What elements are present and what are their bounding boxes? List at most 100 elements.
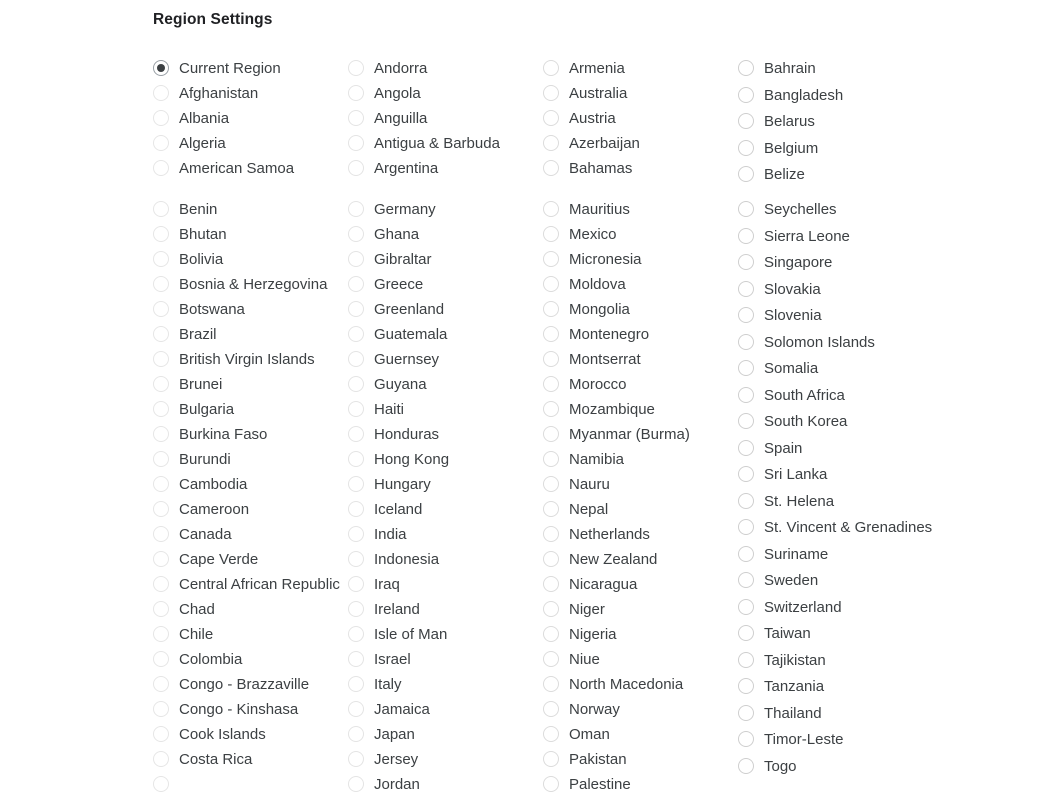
region-radio-option[interactable]: Bangladesh	[738, 83, 943, 110]
region-radio-option[interactable]: Norway	[543, 697, 738, 722]
region-radio-option[interactable]: Chad	[153, 597, 348, 622]
region-radio-option[interactable]: Taiwan	[738, 621, 943, 648]
region-radio-option[interactable]: Armenia	[543, 56, 738, 81]
radio-unselected-icon[interactable]	[153, 201, 169, 217]
radio-unselected-icon[interactable]	[153, 451, 169, 467]
radio-unselected-icon[interactable]	[543, 701, 559, 717]
region-radio-option[interactable]: Montenegro	[543, 322, 738, 347]
radio-unselected-icon[interactable]	[348, 751, 364, 767]
region-radio-option[interactable]: Guernsey	[348, 347, 543, 372]
region-radio-option[interactable]: Costa Rica	[153, 747, 348, 772]
radio-unselected-icon[interactable]	[738, 166, 754, 182]
region-radio-option[interactable]: Namibia	[543, 447, 738, 472]
region-radio-option[interactable]: Suriname	[738, 542, 943, 569]
region-radio-option[interactable]: Moldova	[543, 272, 738, 297]
radio-unselected-icon[interactable]	[543, 301, 559, 317]
radio-unselected-icon[interactable]	[543, 626, 559, 642]
radio-unselected-icon[interactable]	[348, 351, 364, 367]
region-radio-option[interactable]: Bahamas	[543, 156, 738, 181]
radio-unselected-icon[interactable]	[738, 360, 754, 376]
region-radio-option[interactable]: Morocco	[543, 372, 738, 397]
radio-unselected-icon[interactable]	[543, 251, 559, 267]
region-radio-option[interactable]: Belize	[738, 162, 943, 189]
radio-unselected-icon[interactable]	[543, 60, 559, 76]
region-radio-option[interactable]: Nepal	[543, 497, 738, 522]
radio-unselected-icon[interactable]	[543, 601, 559, 617]
radio-unselected-icon[interactable]	[738, 545, 754, 562]
region-radio-option[interactable]: Timor-Leste	[738, 727, 943, 754]
radio-unselected-icon[interactable]	[543, 276, 559, 292]
radio-unselected-icon[interactable]	[348, 326, 364, 342]
radio-unselected-icon[interactable]	[153, 326, 169, 342]
region-radio-option[interactable]: Bosnia & Herzegovina	[153, 272, 348, 297]
region-radio-option[interactable]: Oman	[543, 722, 738, 747]
radio-unselected-icon[interactable]	[348, 576, 364, 592]
region-radio-option[interactable]: South Africa	[738, 383, 943, 410]
region-radio-option[interactable]: Myanmar (Burma)	[543, 422, 738, 447]
radio-unselected-icon[interactable]	[738, 60, 754, 76]
radio-unselected-icon[interactable]	[348, 451, 364, 467]
region-radio-option[interactable]: Bolivia	[153, 247, 348, 272]
region-radio-option[interactable]: Iceland	[348, 497, 543, 522]
radio-unselected-icon[interactable]	[543, 451, 559, 467]
radio-unselected-icon[interactable]	[738, 280, 754, 297]
radio-unselected-icon[interactable]	[348, 651, 364, 667]
region-radio-option[interactable]: Current Region	[153, 56, 348, 81]
region-radio-option[interactable]: Albania	[153, 106, 348, 131]
region-radio-option[interactable]: Botswana	[153, 297, 348, 322]
radio-unselected-icon[interactable]	[153, 701, 169, 717]
region-radio-option[interactable]: Slovenia	[738, 303, 943, 330]
region-radio-option[interactable]: Burundi	[153, 447, 348, 472]
radio-unselected-icon[interactable]	[738, 333, 754, 350]
radio-unselected-icon[interactable]	[543, 726, 559, 742]
region-radio-option[interactable]: Cape Verde	[153, 547, 348, 572]
region-radio-option[interactable]: Guyana	[348, 372, 543, 397]
region-radio-option[interactable]: Isle of Man	[348, 622, 543, 647]
radio-unselected-icon[interactable]	[153, 226, 169, 242]
region-radio-option[interactable]: Nauru	[543, 472, 738, 497]
region-radio-option[interactable]: Chile	[153, 622, 348, 647]
radio-unselected-icon[interactable]	[153, 601, 169, 617]
radio-unselected-icon[interactable]	[153, 426, 169, 442]
radio-unselected-icon[interactable]	[543, 476, 559, 492]
region-radio-option[interactable]: Tajikistan	[738, 648, 943, 675]
region-radio-option[interactable]: Italy	[348, 672, 543, 697]
radio-unselected-icon[interactable]	[153, 651, 169, 667]
radio-unselected-icon[interactable]	[348, 426, 364, 442]
region-radio-option[interactable]: Bahrain	[738, 56, 943, 83]
radio-unselected-icon[interactable]	[348, 85, 364, 101]
region-radio-option[interactable]: Mongolia	[543, 297, 738, 322]
region-radio-option[interactable]: Azerbaijan	[543, 131, 738, 156]
radio-unselected-icon[interactable]	[738, 651, 754, 668]
region-radio-option[interactable]: Benin	[153, 197, 348, 222]
region-radio-option[interactable]: Sierra Leone	[738, 224, 943, 251]
region-radio-option[interactable]: Haiti	[348, 397, 543, 422]
radio-unselected-icon[interactable]	[543, 376, 559, 392]
region-radio-option[interactable]: St. Vincent & Grenadines	[738, 515, 943, 542]
radio-unselected-icon[interactable]	[348, 701, 364, 717]
region-radio-option[interactable]: Slovakia	[738, 277, 943, 304]
radio-unselected-icon[interactable]	[738, 572, 754, 588]
region-radio-option[interactable]: Burkina Faso	[153, 422, 348, 447]
radio-unselected-icon[interactable]	[153, 135, 169, 151]
radio-unselected-icon[interactable]	[348, 60, 364, 76]
radio-unselected-icon[interactable]	[738, 757, 754, 774]
radio-unselected-icon[interactable]	[153, 251, 169, 267]
region-radio-option[interactable]: Togo	[738, 754, 943, 781]
region-radio-option[interactable]: Hong Kong	[348, 447, 543, 472]
region-radio-option[interactable]: Ireland	[348, 597, 543, 622]
region-radio-option[interactable]: Belarus	[738, 109, 943, 136]
radio-unselected-icon[interactable]	[348, 476, 364, 492]
radio-unselected-icon[interactable]	[153, 576, 169, 592]
radio-unselected-icon[interactable]	[543, 751, 559, 767]
radio-unselected-icon[interactable]	[543, 226, 559, 242]
radio-unselected-icon[interactable]	[348, 601, 364, 617]
region-radio-option[interactable]: Somalia	[738, 356, 943, 383]
radio-unselected-icon[interactable]	[153, 751, 169, 767]
region-radio-option[interactable]	[153, 772, 348, 797]
region-radio-option[interactable]: Greece	[348, 272, 543, 297]
region-radio-option[interactable]: South Korea	[738, 409, 943, 436]
radio-unselected-icon[interactable]	[153, 726, 169, 742]
radio-unselected-icon[interactable]	[543, 201, 559, 217]
radio-unselected-icon[interactable]	[153, 501, 169, 517]
